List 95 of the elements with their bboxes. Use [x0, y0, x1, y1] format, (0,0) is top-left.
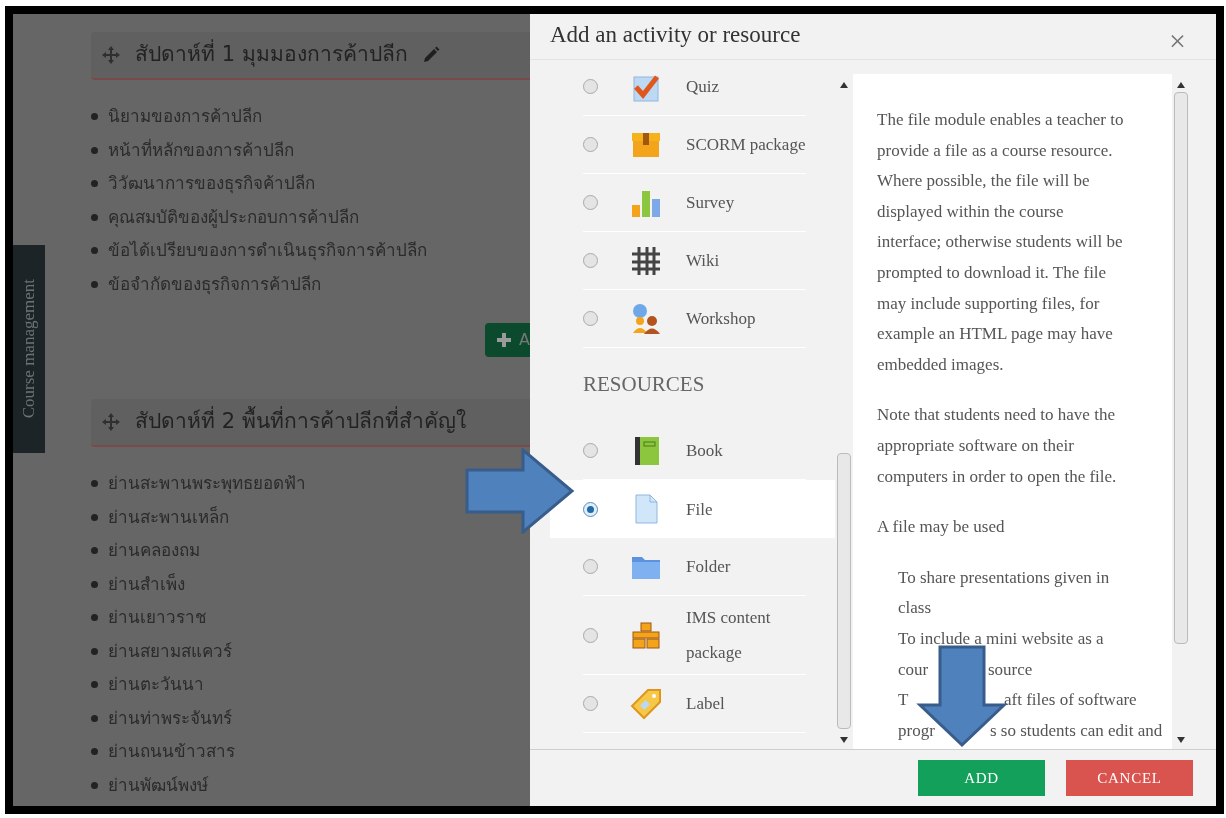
topic-link[interactable]: ข้อจำกัดของธุรกิจการค้าปลีก	[108, 271, 321, 297]
option-label: Workshop	[686, 308, 757, 330]
option-label: File	[686, 498, 714, 521]
usage-text: To include a mini website as a	[898, 627, 1105, 650]
usage-text: progr	[898, 719, 936, 742]
section-title: สัปดาห์ที่ 2 พื้นที่การค้าปลีกที่สำคัญใ	[135, 406, 466, 438]
usage-text: aft files of software	[1004, 689, 1137, 712]
scroll-down-icon[interactable]	[840, 737, 848, 743]
close-button[interactable]: ×	[1169, 26, 1186, 56]
module-option[interactable]: IMS content package	[583, 596, 806, 675]
option-label: Quiz	[686, 76, 721, 98]
bullet-icon	[91, 247, 98, 255]
option-label: IMS content package	[686, 607, 772, 664]
scroll-up-icon[interactable]	[1177, 82, 1185, 88]
bullet-icon	[91, 513, 98, 521]
topic-link[interactable]: วิวัฒนาการของธุรกิจค้าปลีก	[108, 171, 315, 197]
usage-text: cour	[898, 658, 930, 681]
topic-link[interactable]: หน้าที่หลักของการค้าปลีก	[108, 137, 294, 163]
bullet-icon	[91, 781, 98, 789]
radio-button[interactable]	[583, 559, 598, 574]
topic-link[interactable]: ย่านสะพานพระพุทธยอดฟ้า	[108, 471, 306, 497]
bullet-icon	[91, 113, 98, 121]
radio-button[interactable]	[583, 253, 598, 268]
module-option[interactable]: Quiz	[583, 74, 806, 116]
module-option[interactable]: Workshop	[583, 290, 806, 348]
add-activity-button[interactable]: A	[485, 323, 530, 357]
option-label: Folder	[686, 556, 732, 578]
radio-button[interactable]	[583, 137, 598, 152]
tag-icon	[630, 687, 662, 720]
description-text: The file module enables a teacher to provide a file as a course resource. Where possible, the file will be displayed within the course interface; otherwise students will be prompted to download it. The file may include supporting files, for example an HTML page may have embedded images.	[877, 109, 1125, 376]
pencil-icon[interactable]	[421, 46, 440, 64]
topic-link[interactable]: นิยามของการค้าปลีก	[108, 104, 262, 130]
radio-button[interactable]	[583, 501, 598, 517]
bullet-icon	[91, 547, 98, 555]
radio-button[interactable]	[583, 195, 598, 210]
move-icon[interactable]	[101, 45, 121, 65]
bullet-icon	[91, 280, 98, 288]
radio-button[interactable]	[583, 696, 598, 711]
option-label: Wiki	[686, 250, 721, 272]
module-option[interactable]: SCORM package	[583, 116, 806, 174]
module-option[interactable]: Survey	[583, 174, 806, 232]
description-text: Note that students need to have the appropriate software on their computers in order to open the file.	[877, 404, 1118, 488]
bullet-icon	[91, 213, 98, 221]
section-title: สัปดาห์ที่ 1 มุมมองการค้าปลีก	[135, 39, 408, 71]
description-text: A file may be used	[877, 516, 1006, 539]
topic-link[interactable]: ย่านตะวันนา	[108, 672, 204, 698]
checkmark-icon	[630, 74, 662, 103]
move-icon[interactable]	[101, 412, 121, 432]
bullet-icon	[91, 580, 98, 588]
topic-link[interactable]: ย่านถนนข้าวสาร	[108, 739, 235, 765]
usage-text: T	[898, 689, 910, 712]
topic-link[interactable]: ย่านสยามสแควร์	[108, 638, 232, 664]
woven-grid-icon	[630, 244, 662, 277]
radio-button[interactable]	[583, 79, 598, 94]
module-option[interactable]: Folder	[583, 538, 806, 596]
usage-text: To share presentations given in	[898, 566, 1111, 589]
radio-button[interactable]	[583, 627, 598, 643]
radio-button[interactable]	[583, 443, 598, 458]
topic-link[interactable]: ย่านพัฒน์พงษ์	[108, 772, 208, 798]
section-heading: RESOURCES	[583, 371, 705, 399]
option-label: Label	[686, 693, 726, 715]
usage-text: s so students can edit and	[990, 719, 1163, 742]
bullet-icon	[91, 180, 98, 188]
scroll-up-icon[interactable]	[840, 82, 848, 88]
dialog-title: Add an activity or resource	[550, 21, 801, 49]
option-label: SCORM package	[686, 134, 806, 156]
topic-link[interactable]: ย่านคลองถม	[108, 538, 200, 564]
topic-link[interactable]: ย่านสะพานเหล็ก	[108, 504, 229, 530]
scroll-down-icon[interactable]	[1177, 737, 1185, 743]
bullet-icon	[91, 614, 98, 622]
bullet-icon	[91, 480, 98, 488]
topic-link[interactable]: ข้อได้เปรียบของการดำเนินธุรกิจการค้าปลีก	[108, 238, 427, 264]
radio-button[interactable]	[583, 311, 598, 326]
module-option[interactable]: Wiki	[583, 232, 806, 290]
option-label: Book	[686, 440, 724, 462]
bullet-icon	[91, 714, 98, 722]
scrollbar[interactable]	[1172, 74, 1190, 749]
option-label: Survey	[686, 192, 736, 214]
usage-text: class	[898, 597, 933, 620]
plus-icon	[497, 333, 512, 347]
topic-link[interactable]: ย่านเยาวราช	[108, 605, 207, 631]
module-option[interactable]: Label	[583, 675, 806, 733]
bullet-icon	[91, 647, 98, 655]
side-tab[interactable]: Course management	[13, 245, 45, 453]
stacked-boxes-icon	[630, 619, 662, 651]
topic-link[interactable]: ย่านท่าพระจันทร์	[108, 705, 232, 731]
people-icon	[630, 302, 662, 335]
topic-link[interactable]: ย่านสำเพ็ง	[108, 571, 185, 597]
bullet-icon	[91, 681, 98, 689]
bullet-icon	[91, 748, 98, 756]
bullet-icon	[91, 146, 98, 154]
usage-text: source	[988, 658, 1033, 681]
add-button[interactable]: ADD	[918, 760, 1045, 796]
cancel-button[interactable]: CANCEL	[1066, 760, 1193, 796]
topic-link[interactable]: คุณสมบัติของผู้ประกอบการค้าปลีก	[108, 204, 359, 230]
